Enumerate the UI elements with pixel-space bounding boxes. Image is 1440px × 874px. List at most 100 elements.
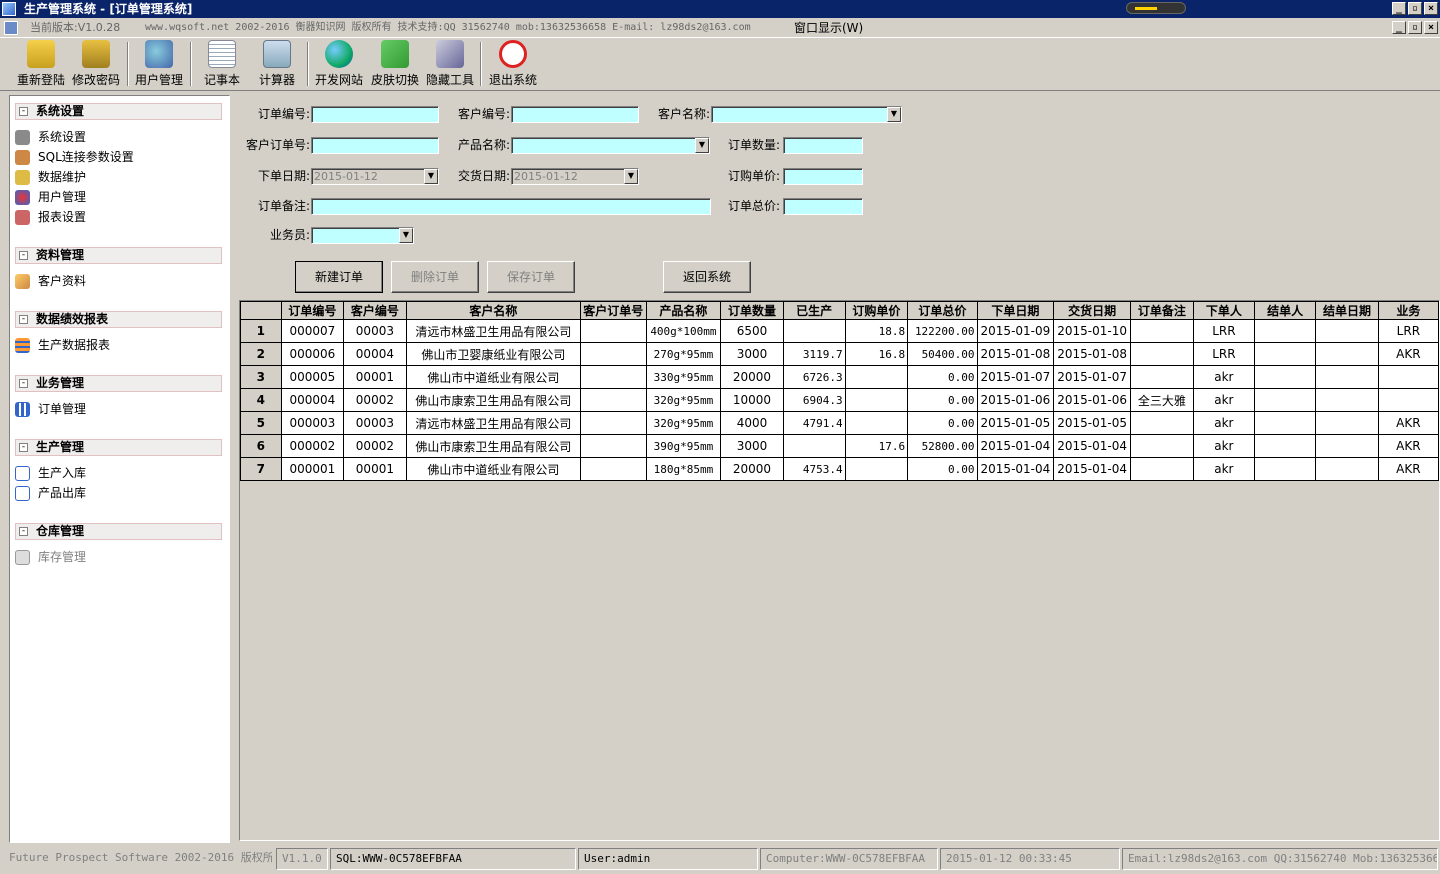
table-cell[interactable]: LRR: [1192, 319, 1255, 343]
table-cell[interactable]: 全三大雅: [1130, 388, 1194, 412]
table-cell[interactable]: 270g*95mm: [645, 342, 722, 366]
customer-no-input[interactable]: [511, 106, 639, 123]
product-name-select[interactable]: ▼: [511, 137, 710, 154]
table-cell[interactable]: 2015-01-10: [1053, 319, 1132, 343]
table-cell[interactable]: 2015-01-05: [1053, 411, 1132, 435]
table-cell[interactable]: LRR: [1192, 342, 1255, 366]
table-cell[interactable]: 3000: [720, 434, 784, 458]
table-cell[interactable]: 400g*100mm: [645, 319, 722, 343]
collapse-icon[interactable]: -: [19, 315, 28, 324]
table-cell[interactable]: 2015-01-05: [976, 411, 1055, 435]
table-cell[interactable]: 佛山市中道纸业有限公司: [405, 365, 581, 389]
order-date-picker[interactable]: 2015-01-12 ▼: [311, 168, 439, 185]
mdi-close-icon[interactable]: ×: [1424, 21, 1438, 34]
table-cell[interactable]: [1130, 342, 1194, 366]
table-cell[interactable]: 2015-01-09: [976, 319, 1055, 343]
table-cell[interactable]: 20000: [720, 457, 784, 481]
close-icon[interactable]: ×: [1424, 2, 1438, 15]
table-cell[interactable]: 2015-01-07: [976, 365, 1055, 389]
row-header[interactable]: 6: [240, 434, 282, 458]
menu-window-display[interactable]: 窗口显示(W): [794, 18, 863, 38]
table-cell[interactable]: 000002: [280, 434, 345, 458]
collapse-icon[interactable]: -: [19, 527, 28, 536]
toolbar-change-password-button[interactable]: 修改密码: [69, 40, 123, 90]
row-header[interactable]: 1: [240, 319, 282, 343]
table-cell[interactable]: 清远市林盛卫生用品有限公司: [405, 319, 581, 343]
table-cell[interactable]: 000007: [280, 319, 345, 343]
col-header[interactable]: 订购单价: [844, 301, 909, 320]
total-price-input[interactable]: [783, 198, 863, 215]
table-cell[interactable]: 00002: [343, 388, 407, 412]
table-cell[interactable]: [844, 388, 909, 412]
table-cell[interactable]: 320g*95mm: [645, 388, 722, 412]
table-cell[interactable]: 4753.4: [782, 457, 846, 481]
table-cell[interactable]: akr: [1192, 365, 1255, 389]
table-cell[interactable]: 4791.4: [782, 411, 846, 435]
mdi-minimize-icon[interactable]: _: [1392, 21, 1406, 34]
table-cell[interactable]: 6726.3: [782, 365, 846, 389]
table-cell[interactable]: [1130, 457, 1194, 481]
table-cell[interactable]: 180g*85mm: [645, 457, 722, 481]
table-cell[interactable]: AKR: [1377, 411, 1439, 435]
col-header[interactable]: 下单日期: [976, 301, 1055, 320]
table-cell[interactable]: [1130, 319, 1194, 343]
table-cell[interactable]: AKR: [1377, 457, 1439, 481]
table-cell[interactable]: 390g*95mm: [645, 434, 722, 458]
table-cell[interactable]: 2015-01-07: [1053, 365, 1132, 389]
chevron-down-icon[interactable]: ▼: [624, 169, 638, 184]
collapse-icon[interactable]: -: [19, 379, 28, 388]
col-header[interactable]: 订单编号: [280, 301, 345, 320]
table-cell[interactable]: 2015-01-04: [976, 434, 1055, 458]
table-cell[interactable]: [1315, 319, 1379, 343]
table-row[interactable]: 7 000001 00001 佛山市中道纸业有限公司 180g*85mm 20000 475…: [240, 457, 1439, 481]
order-qty-input[interactable]: [783, 137, 863, 154]
table-cell[interactable]: akr: [1192, 434, 1255, 458]
table-cell[interactable]: 16.8: [844, 342, 909, 366]
table-cell[interactable]: [844, 457, 909, 481]
table-cell[interactable]: 00004: [343, 342, 407, 366]
order-no-input[interactable]: [311, 106, 439, 123]
table-cell[interactable]: [579, 457, 647, 481]
table-cell[interactable]: 330g*95mm: [645, 365, 722, 389]
table-cell[interactable]: 2015-01-06: [976, 388, 1055, 412]
table-cell[interactable]: 00002: [343, 434, 407, 458]
table-cell[interactable]: 10000: [720, 388, 784, 412]
save-order-button[interactable]: 保存订单: [487, 261, 575, 293]
remark-input[interactable]: [311, 198, 711, 215]
toolbar-relogin-button[interactable]: 重新登陆: [14, 40, 68, 90]
row-header[interactable]: 2: [240, 342, 282, 366]
table-cell[interactable]: 2015-01-04: [1053, 434, 1132, 458]
table-cell[interactable]: 0.00: [907, 388, 978, 412]
table-cell[interactable]: 52800.00: [907, 434, 978, 458]
table-cell[interactable]: 000003: [280, 411, 345, 435]
new-order-button[interactable]: 新建订单: [295, 261, 383, 293]
table-cell[interactable]: 2015-01-04: [976, 457, 1055, 481]
col-header[interactable]: 产品名称: [645, 301, 722, 320]
table-cell[interactable]: [579, 388, 647, 412]
row-header[interactable]: 3: [240, 365, 282, 389]
table-cell[interactable]: 2015-01-06: [1053, 388, 1132, 412]
table-cell[interactable]: [1130, 411, 1194, 435]
table-row[interactable]: 3 000005 00001 佛山市中道纸业有限公司 330g*95mm 20000 672…: [240, 365, 1439, 389]
table-cell[interactable]: 佛山市康索卫生用品有限公司: [405, 434, 581, 458]
table-cell[interactable]: 佛山市康索卫生用品有限公司: [405, 388, 581, 412]
col-header[interactable]: 客户名称: [405, 301, 581, 320]
table-cell[interactable]: 2015-01-08: [976, 342, 1055, 366]
table-cell[interactable]: 18.8: [844, 319, 909, 343]
table-cell[interactable]: 0.00: [907, 457, 978, 481]
table-cell[interactable]: [1377, 365, 1439, 389]
table-row[interactable]: 4 000004 00002 佛山市康索卫生用品有限公司 320g*95mm 10000 6…: [240, 388, 1439, 412]
salesman-select[interactable]: ▼: [311, 227, 414, 244]
sidebar-section-business[interactable]: - 业务管理: [15, 375, 222, 392]
col-header[interactable]: 订单总价: [907, 301, 978, 320]
table-row[interactable]: 2 000006 00004 佛山市卫婴康纸业有限公司 270g*95mm 3000 311…: [240, 342, 1439, 366]
toolbar-exit-button[interactable]: 退出系统: [486, 40, 540, 90]
col-header[interactable]: 订单备注: [1130, 301, 1194, 320]
table-cell[interactable]: [844, 411, 909, 435]
table-cell[interactable]: akr: [1192, 457, 1255, 481]
table-cell[interactable]: [1253, 319, 1317, 343]
table-row[interactable]: 5 000003 00003 清远市林盛卫生用品有限公司 320g*95mm 4000 47…: [240, 411, 1439, 435]
col-header[interactable]: 客户编号: [343, 301, 407, 320]
table-cell[interactable]: 00001: [343, 365, 407, 389]
table-cell[interactable]: LRR: [1377, 319, 1439, 343]
